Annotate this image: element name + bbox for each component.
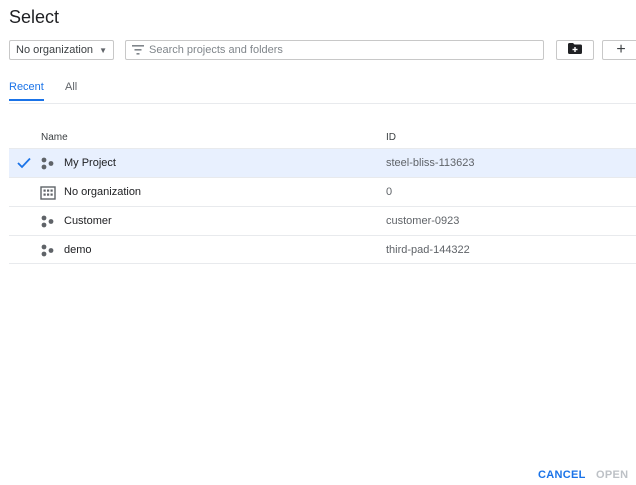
row-id: customer-0923 [386,215,460,227]
new-folder-button[interactable] [556,40,594,60]
open-button[interactable]: OPEN [596,469,628,481]
row-name: No organization [64,186,142,198]
organization-select-value: No organization [16,44,94,56]
filter-icon [132,45,144,55]
dialog-title: Select [9,7,60,27]
project-icon [40,244,56,258]
checkmark-icon [17,157,31,169]
tab-recent[interactable]: Recent [9,81,44,101]
column-header-id[interactable]: ID [386,132,396,143]
table-row[interactable]: My Project steel-bliss-113623 [9,148,636,177]
table-row[interactable]: No organization 0 [9,177,636,206]
project-table: My Project steel-bliss-113623 No organiz… [9,148,636,264]
row-name: My Project [64,157,116,169]
column-header-name[interactable]: Name [41,132,68,143]
cancel-button[interactable]: CANCEL [538,469,586,481]
table-row[interactable]: demo third-pad-144322 [9,235,636,264]
project-icon [40,157,56,171]
project-icon [40,215,56,229]
organization-select[interactable]: No organization ▼ [9,40,114,60]
plus-icon: + [616,41,626,58]
search-input[interactable] [149,44,529,56]
row-name: Customer [64,215,112,227]
row-id: steel-bliss-113623 [386,157,475,169]
new-project-button[interactable]: + [602,40,636,60]
row-id: third-pad-144322 [386,244,470,256]
row-id: 0 [386,186,393,198]
chevron-down-icon: ▼ [99,45,107,55]
row-name: demo [64,244,92,256]
tab-bar: Recent All [9,79,636,104]
table-row[interactable]: Customer customer-0923 [9,206,636,235]
tab-all[interactable]: All [65,81,77,99]
folder-plus-icon [568,41,582,59]
organization-icon [40,186,56,200]
search-box[interactable] [125,40,544,60]
